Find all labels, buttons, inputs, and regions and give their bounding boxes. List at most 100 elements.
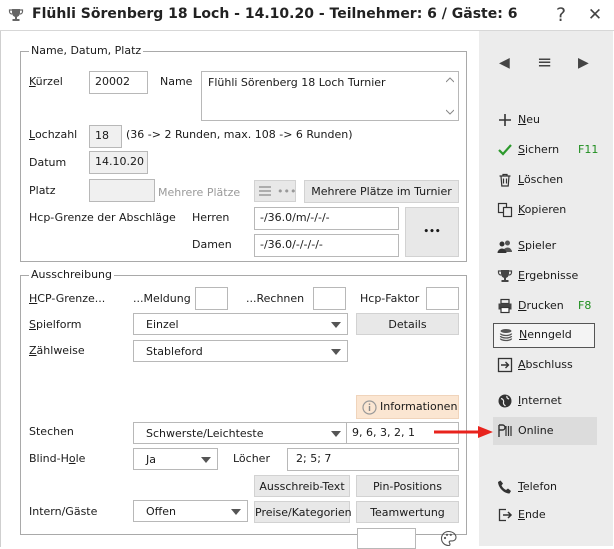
- teamwertung-button[interactable]: Teamwertung: [356, 501, 459, 523]
- hcp-grenze-abschlaege-label: Hcp-Grenze der Abschläge: [29, 211, 176, 224]
- list-icon: [259, 186, 271, 196]
- name-label: Name: [160, 75, 193, 88]
- copy-icon: [497, 202, 513, 218]
- sidebar: ◀ ≡ ▶ Neu Sichern F11 Löschen Kopieren S…: [479, 31, 613, 546]
- blind-hole-label: Blind-Hole: [29, 452, 86, 465]
- meldung-label: ...Meldung: [133, 292, 191, 305]
- intern-gaeste-value: Offen: [146, 505, 176, 518]
- loecher-label: Löcher: [233, 452, 270, 465]
- hcp-more-button[interactable]: •••: [405, 207, 459, 257]
- exit-icon: [498, 508, 513, 522]
- sidebar-item-neu[interactable]: Neu: [493, 109, 598, 131]
- sidebar-item-internet[interactable]: Internet: [493, 390, 598, 412]
- damen-field[interactable]: -/36.0/-/-/-/-: [254, 234, 399, 257]
- prev-icon[interactable]: ◀: [499, 55, 510, 71]
- chevron-down-icon: [331, 431, 341, 437]
- zaehlweise-value: Stableford: [146, 345, 203, 358]
- pin-positions-button[interactable]: Pin-Positions: [356, 475, 459, 497]
- online-icon: [498, 424, 512, 437]
- red-arrow-annotation: [434, 426, 493, 438]
- spielform-label: Spielform: [29, 318, 82, 331]
- chevron-down-icon: [331, 349, 341, 355]
- sidebar-item-label: Internet: [518, 394, 562, 407]
- sidebar-item-label: Ende: [518, 508, 546, 521]
- zaehlweise-select[interactable]: Stableford: [133, 340, 348, 362]
- rechnen-label: ...Rechnen: [246, 292, 305, 305]
- sidebar-item-label: Telefon: [518, 480, 558, 493]
- mehrere-plaetze-placeholder: Mehrere Plätze: [158, 186, 241, 199]
- palette-icon[interactable]: [440, 530, 457, 547]
- kuerzel-field[interactable]: 20002: [89, 71, 148, 94]
- money-icon: [499, 329, 513, 342]
- informationen-button[interactable]: Informationen: [356, 395, 459, 419]
- sidebar-item-ende[interactable]: Ende: [493, 504, 598, 526]
- sidebar-item-label: Abschluss: [518, 358, 573, 371]
- zaehlweise-label: Zählweise: [29, 344, 85, 357]
- sidebar-item-nenngeld[interactable]: Nenngeld: [493, 323, 595, 348]
- info-icon: [362, 400, 377, 415]
- menu-icon[interactable]: ≡: [537, 52, 552, 73]
- sidebar-item-label: Kopieren: [518, 203, 567, 216]
- name-field[interactable]: Flühli Sörenberg 18 Loch Turnier: [201, 71, 459, 121]
- spielform-select[interactable]: Einzel: [133, 313, 348, 335]
- loecher-field[interactable]: 2; 5; 7: [287, 448, 459, 471]
- stechen-label: Stechen: [29, 425, 74, 438]
- sidebar-item-loeschen[interactable]: Löschen: [493, 169, 598, 191]
- name-value: Flühli Sörenberg 18 Loch Turnier: [208, 76, 386, 89]
- sidebar-item-drucken[interactable]: Drucken F8: [493, 295, 598, 317]
- spielform-value: Einzel: [146, 318, 179, 331]
- main-panel: Name, Datum, Platz Kürzel 20002 Name Flü…: [0, 31, 479, 549]
- phone-icon: [498, 480, 511, 494]
- sidebar-item-online[interactable]: Online: [493, 417, 597, 445]
- exit-box-icon: [497, 357, 513, 373]
- sidebar-item-label: Löschen: [518, 173, 564, 186]
- mehrere-plaetze-button[interactable]: Mehrere Plätze im Turnier: [304, 180, 459, 203]
- shortcut-f8: F8: [578, 299, 592, 312]
- sidebar-item-label: Drucken: [518, 299, 564, 312]
- lochzahl-hint: (36 -> 2 Runden, max. 108 -> 6 Runden): [126, 128, 353, 141]
- dots-icon: •••: [277, 185, 297, 198]
- sidebar-item-sichern[interactable]: Sichern F11: [493, 139, 598, 161]
- next-icon[interactable]: ▶: [578, 55, 589, 71]
- datum-field[interactable]: 14.10.20: [89, 151, 148, 174]
- datum-label: Datum: [29, 156, 67, 169]
- lochzahl-label: Lochzahl: [29, 128, 78, 141]
- sidebar-item-kopieren[interactable]: Kopieren: [493, 199, 598, 221]
- hcp-faktor-field[interactable]: [426, 287, 459, 310]
- platz-options-button[interactable]: •••: [254, 180, 296, 202]
- rechnen-field[interactable]: [313, 287, 346, 310]
- scroll-up-icon[interactable]: [446, 77, 454, 83]
- globe-icon: [498, 394, 512, 408]
- ausschreib-text-button[interactable]: Ausschreib-Text: [254, 475, 350, 497]
- title-bar: Flühli Sörenberg 18 Loch - 14.10.20 - Te…: [0, 0, 614, 31]
- scroll-down-icon[interactable]: [446, 109, 454, 115]
- damen-label: Damen: [192, 238, 232, 251]
- blind-hole-value: Ja: [146, 453, 156, 466]
- group-title: Ausschreibung: [29, 268, 114, 281]
- preise-kategorien-button[interactable]: Preise/Kategorien: [254, 501, 352, 523]
- details-button[interactable]: Details: [356, 313, 459, 335]
- help-button[interactable]: ?: [549, 3, 573, 27]
- intern-gaeste-select[interactable]: Offen: [133, 500, 248, 522]
- printer-icon: [498, 298, 512, 314]
- plus-icon: [499, 114, 511, 126]
- close-button[interactable]: ✕: [583, 3, 607, 27]
- sidebar-item-label: Sichern: [518, 143, 560, 156]
- sidebar-item-label: Ergebnisse: [518, 269, 579, 282]
- players-icon: [497, 240, 512, 253]
- trophy-icon: [497, 270, 513, 282]
- stechen-select[interactable]: Schwerste/Leichteste: [133, 422, 348, 444]
- platz-field[interactable]: [89, 179, 155, 202]
- blind-hole-select[interactable]: Ja: [133, 448, 218, 470]
- sidebar-item-spieler[interactable]: Spieler: [493, 235, 598, 257]
- sidebar-item-telefon[interactable]: Telefon: [493, 476, 598, 498]
- sidebar-item-abschluss[interactable]: Abschluss: [493, 354, 598, 376]
- lochzahl-field[interactable]: 18: [89, 125, 122, 148]
- color-field[interactable]: [357, 528, 416, 549]
- sidebar-item-label: Nenngeld: [519, 328, 572, 341]
- hcp-grenze-label: HCP-Grenze...: [29, 292, 106, 305]
- sidebar-item-label: Neu: [518, 113, 540, 126]
- sidebar-item-ergebnisse[interactable]: Ergebnisse: [493, 265, 598, 287]
- herren-field[interactable]: -/36.0/m/-/-/-: [254, 207, 399, 230]
- meldung-field[interactable]: [195, 287, 228, 310]
